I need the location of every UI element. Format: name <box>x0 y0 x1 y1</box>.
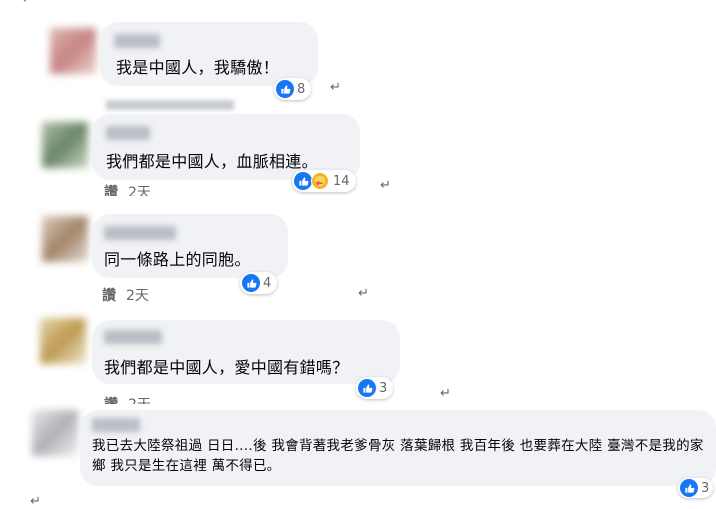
comment-meta: 讚 2天 <box>104 394 151 404</box>
timestamp[interactable]: 2天 <box>128 185 151 196</box>
like-link[interactable]: 讚 <box>104 185 118 196</box>
comment-text: 我們都是中國人，愛中國有錯嗎？ <box>104 358 349 377</box>
reaction-number: 4 <box>263 275 272 291</box>
reaction-count[interactable]: 3 <box>356 377 394 399</box>
comment-text: 我們都是中國人，血脈相連。 <box>106 152 318 171</box>
return-arrow-icon: ↵ <box>22 0 33 7</box>
avatar[interactable] <box>42 122 88 168</box>
avatar[interactable] <box>50 28 96 74</box>
author-name[interactable] <box>92 418 140 432</box>
comment-text: 我已去大陸祭祖過 日日....後 我會背著我老爹骨灰 落葉歸根 我百年後 也要葬… <box>92 438 704 474</box>
return-arrow-icon: ↵ <box>380 178 391 193</box>
author-name[interactable] <box>114 34 160 48</box>
return-arrow-icon: ↵ <box>330 80 341 95</box>
return-arrow-icon: ↵ <box>358 286 369 301</box>
reaction-number: 3 <box>701 480 710 496</box>
like-icon <box>358 379 376 397</box>
return-arrow-icon: ↵ <box>30 494 41 509</box>
reaction-number: 14 <box>333 173 350 189</box>
comment-bubble: 我已去大陸祭祖過 日日....後 我會背著我老爹骨灰 落葉歸根 我百年後 也要葬… <box>80 410 716 486</box>
reaction-number: 8 <box>297 81 306 97</box>
reaction-count[interactable]: 8 <box>274 78 312 100</box>
comment-text: 我是中國人，我驕傲！ <box>116 58 280 77</box>
care-icon <box>311 172 329 190</box>
author-name[interactable] <box>104 226 176 240</box>
comment-meta: 讚 2天 <box>102 285 149 305</box>
author-name[interactable] <box>104 330 162 344</box>
reaction-number: 3 <box>379 380 388 396</box>
return-arrow-icon: ↵ <box>440 386 451 401</box>
reaction-count[interactable]: 4 <box>240 272 278 294</box>
comment-text: 同一條路上的同胞。 <box>104 250 251 269</box>
like-icon <box>242 274 260 292</box>
comment-bubble: 我們都是中國人，愛中國有錯嗎？ <box>92 320 400 384</box>
comment-meta: 讚 2天 <box>104 182 151 196</box>
avatar[interactable] <box>42 216 88 262</box>
like-link[interactable]: 讚 <box>102 288 116 304</box>
comment-bubble: 同一條路上的同胞。 <box>92 214 288 278</box>
avatar[interactable] <box>32 410 78 456</box>
like-link[interactable]: 讚 <box>104 397 118 404</box>
like-icon <box>680 479 698 497</box>
like-icon <box>294 172 312 190</box>
avatar[interactable] <box>40 318 86 364</box>
author-name[interactable] <box>106 126 150 140</box>
reaction-count[interactable]: 3 <box>678 478 714 498</box>
comment-bubble: 我是中國人，我驕傲！ <box>100 22 318 86</box>
timestamp[interactable]: 2天 <box>128 397 151 404</box>
timestamp[interactable]: 2天 <box>126 288 149 304</box>
meta-row <box>106 100 234 110</box>
reaction-count[interactable]: 14 <box>292 170 356 192</box>
like-icon <box>276 80 294 98</box>
